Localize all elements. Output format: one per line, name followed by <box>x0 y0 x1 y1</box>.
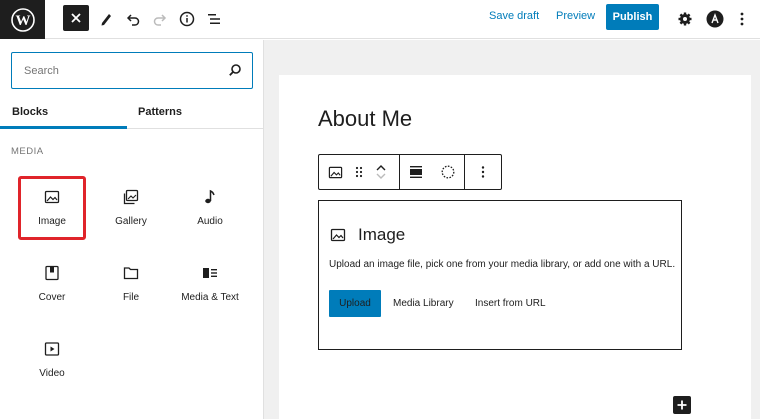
block-cover[interactable]: Cover <box>18 252 86 316</box>
block-inserter-panel: Search Blocks Patterns MEDIA Image Galle… <box>0 40 264 419</box>
media-library-button[interactable]: Media Library <box>393 298 454 309</box>
post-heading[interactable]: About Me <box>318 106 412 132</box>
block-label: Video <box>39 368 65 379</box>
duotone-button[interactable] <box>432 155 464 189</box>
align-button[interactable] <box>400 155 432 189</box>
align-icon <box>410 166 422 178</box>
image-icon <box>330 228 346 242</box>
close-icon <box>71 13 81 23</box>
block-media-text[interactable]: Media & Text <box>176 252 244 316</box>
plugin-button[interactable] <box>702 6 728 32</box>
block-label: Media & Text <box>181 292 239 303</box>
image-icon <box>43 188 61 206</box>
block-label: Cover <box>38 292 66 303</box>
plugin-logo-icon <box>706 10 724 28</box>
tab-blocks[interactable]: Blocks <box>12 106 48 118</box>
drag-handle-icon <box>355 166 363 178</box>
undo-button[interactable] <box>120 6 146 32</box>
block-toolbar <box>318 154 502 190</box>
move-buttons[interactable] <box>371 155 391 189</box>
gallery-icon <box>122 188 140 206</box>
pencil-icon <box>101 14 111 26</box>
block-audio[interactable]: Audio <box>176 176 244 240</box>
info-icon <box>179 11 195 27</box>
plus-icon <box>677 400 687 410</box>
insert-from-url-button[interactable]: Insert from URL <box>475 298 546 309</box>
file-icon <box>122 264 140 282</box>
block-search-input[interactable]: Search <box>11 52 253 89</box>
publish-button[interactable]: Publish <box>606 4 659 30</box>
close-inserter-button[interactable] <box>63 5 89 31</box>
audio-icon <box>201 188 219 206</box>
block-label: File <box>122 292 140 303</box>
wordpress-logo-icon[interactable]: W <box>0 0 45 39</box>
block-type-button[interactable] <box>319 155 351 189</box>
block-options-button[interactable] <box>465 155 501 189</box>
cover-icon <box>43 264 61 282</box>
add-block-button[interactable] <box>673 396 691 414</box>
chevron-down-icon <box>376 173 386 179</box>
chevron-up-icon <box>376 165 386 171</box>
list-view-icon <box>208 14 220 24</box>
block-file[interactable]: File <box>97 252 165 316</box>
video-icon <box>43 340 61 358</box>
editor-canvas: About Me Image Upload an image file, pic… <box>264 40 760 419</box>
image-icon <box>328 166 342 178</box>
svg-text:W: W <box>15 13 30 29</box>
preview-button[interactable]: Preview <box>556 10 595 22</box>
image-block-placeholder[interactable]: Image Upload an image file, pick one fro… <box>318 200 682 350</box>
search-icon <box>229 64 241 76</box>
tab-patterns[interactable]: Patterns <box>138 106 182 118</box>
undo-icon <box>126 14 140 26</box>
more-vertical-icon <box>740 12 744 26</box>
gear-icon <box>678 12 692 26</box>
options-button[interactable] <box>729 6 755 32</box>
active-tab-indicator <box>0 126 127 129</box>
editor-header: W Save draft Preview Publish <box>0 0 760 39</box>
list-view-button[interactable] <box>201 6 227 32</box>
media-text-icon <box>201 264 219 282</box>
search-placeholder: Search <box>24 65 59 77</box>
more-vertical-icon <box>481 166 485 178</box>
category-heading: MEDIA <box>11 146 44 157</box>
redo-button[interactable] <box>147 6 173 32</box>
upload-button[interactable]: Upload <box>329 290 381 317</box>
settings-button[interactable] <box>672 6 698 32</box>
duotone-icon <box>441 165 455 179</box>
block-video[interactable]: Video <box>18 328 86 392</box>
block-label: Gallery <box>115 216 147 227</box>
block-gallery[interactable]: Gallery <box>97 176 165 240</box>
tools-button[interactable] <box>93 6 119 32</box>
redo-icon <box>153 14 167 26</box>
drag-handle[interactable] <box>349 155 369 189</box>
details-button[interactable] <box>174 6 200 32</box>
placeholder-instructions: Upload an image file, pick one from your… <box>329 259 676 270</box>
placeholder-title: Image <box>358 225 406 244</box>
block-label: Image <box>38 216 66 227</box>
block-label: Audio <box>197 216 223 227</box>
block-image[interactable]: Image <box>18 176 86 240</box>
save-draft-button[interactable]: Save draft <box>489 10 539 22</box>
